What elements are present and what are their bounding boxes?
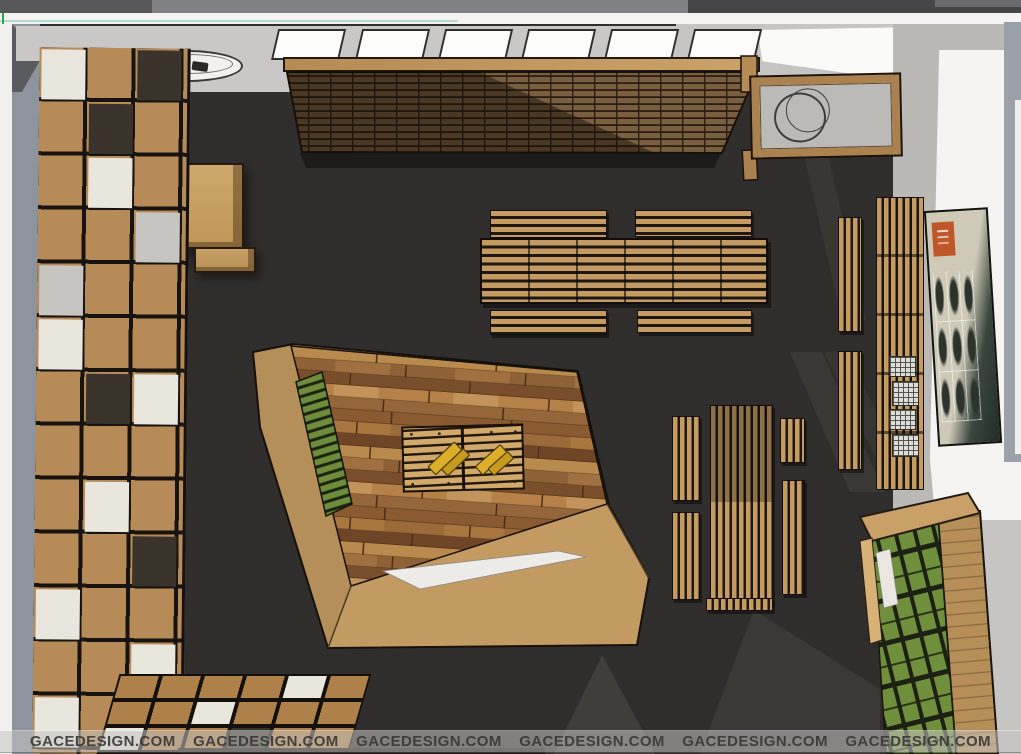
v-bench-left-upper <box>672 416 700 501</box>
cube-shelf-wall-left <box>32 47 190 754</box>
cube-cell <box>39 265 84 315</box>
edge-highlight-line <box>0 20 458 22</box>
small-bench-bottom <box>706 598 773 611</box>
poster-orange-badge <box>932 221 956 256</box>
v-main-table-shadow <box>711 406 772 502</box>
cube-cell <box>86 374 131 424</box>
skylight-frame-2 <box>355 29 430 60</box>
cube-cell <box>38 319 83 369</box>
top-strip-mid <box>152 0 688 13</box>
top-strip-right-light <box>935 0 1021 7</box>
cube-cell <box>191 702 235 724</box>
cube-cell <box>85 482 130 532</box>
cube-cell <box>41 49 86 99</box>
left-wall-edge <box>0 24 12 754</box>
bench-bottom-right <box>637 310 752 333</box>
v-bench-right-upper <box>780 418 805 463</box>
watermark-text: GACEDESIGN.COM <box>682 733 828 750</box>
v-bench-right-lower <box>782 480 805 595</box>
bench-top-right <box>635 210 752 237</box>
cash-counter <box>751 74 901 157</box>
cube-cell <box>134 374 179 424</box>
watermark-text: GACEDESIGN.COM <box>519 733 665 750</box>
skylight-frame-3 <box>438 29 513 60</box>
top-strip-left <box>0 0 152 13</box>
cube-cell <box>135 212 180 262</box>
cube-cell <box>36 589 81 639</box>
watermark-bar: GACEDESIGN.COM GACEDESIGN.COM GACEDESIGN… <box>0 731 1021 752</box>
watermark-text: GACEDESIGN.COM <box>845 733 991 750</box>
cube-cell <box>89 104 134 154</box>
wall-bench-lower <box>838 351 862 470</box>
mesh-chair-2 <box>892 381 919 406</box>
watermark-text: GACEDESIGN.COM <box>193 733 339 750</box>
wall-bench-upper <box>838 217 862 332</box>
skylight-frame-6 <box>687 29 762 60</box>
mesh-chair-3 <box>889 409 916 430</box>
cube-cell <box>88 158 133 208</box>
bench-top-left <box>490 210 607 238</box>
right-wall-sliver <box>1015 100 1021 454</box>
bench-bottom-left <box>490 310 607 335</box>
skylight-frame-5 <box>604 29 679 60</box>
watermark-text: GACEDESIGN.COM <box>356 733 502 750</box>
magazine-wall-top-bar <box>283 57 760 72</box>
v-bench-left-lower <box>672 512 700 600</box>
interior-render: GACEDESIGN.COM GACEDESIGN.COM GACEDESIGN… <box>0 0 1021 754</box>
skylight-frame-1 <box>271 29 346 60</box>
mesh-chair-1 <box>889 356 916 377</box>
cube-cell <box>137 50 182 100</box>
cube-cell <box>132 536 177 586</box>
cube-cell <box>283 676 327 698</box>
poster-specimen-grid <box>933 270 982 422</box>
watermark-text: GACEDESIGN.COM <box>30 733 176 750</box>
main-reading-table <box>480 238 768 304</box>
skylight-frame-4 <box>521 29 596 60</box>
mesh-chair-4 <box>892 434 919 457</box>
reception-desk-return <box>194 247 256 273</box>
